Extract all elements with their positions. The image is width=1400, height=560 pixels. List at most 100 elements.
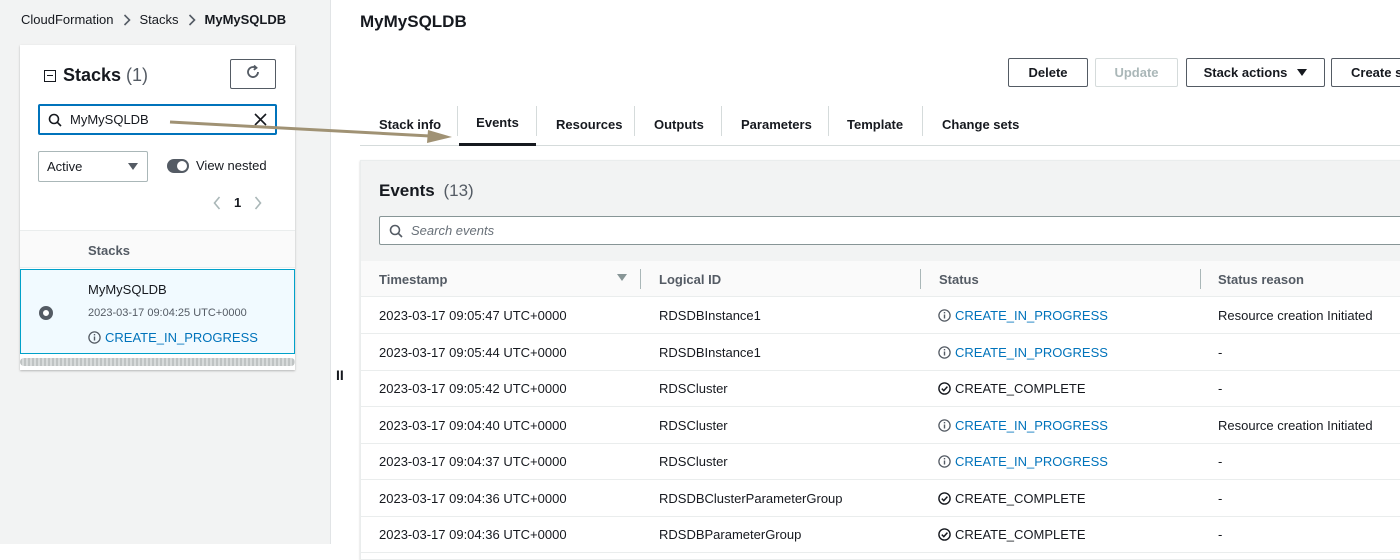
search-icon <box>389 224 403 238</box>
info-icon <box>938 309 951 322</box>
stacks-list-header: Stacks <box>20 230 295 268</box>
stack-search-input[interactable]: MyMySQLDB <box>38 104 277 135</box>
event-status-reason: - <box>1218 344 1223 360</box>
tab-template[interactable]: Template <box>847 102 903 146</box>
stack-status-text: CREATE_IN_PROGRESS <box>105 330 258 345</box>
tab-change-sets[interactable]: Change sets <box>942 102 1019 146</box>
event-status[interactable]: CREATE_IN_PROGRESS <box>938 345 1108 360</box>
tab-resources[interactable]: Resources <box>556 102 622 146</box>
event-logical-id: RDSCluster <box>659 381 728 396</box>
event-status-reason: - <box>1218 527 1223 542</box>
chevron-right-icon[interactable] <box>251 195 265 210</box>
event-logical-id: RDSDBParameterGroup <box>659 527 802 542</box>
column-timestamp[interactable]: Timestamp <box>379 272 447 287</box>
event-status-reason: - <box>1218 454 1223 469</box>
event-status-reason: Resource creation Initiated <box>1218 308 1373 323</box>
column-logical-id[interactable]: Logical ID <box>659 272 721 287</box>
check-circle-icon <box>938 491 951 505</box>
event-status-text: CREATE_COMPLETE <box>955 527 1086 542</box>
event-status[interactable]: CREATE_IN_PROGRESS <box>938 454 1108 469</box>
breadcrumb-cloudformation[interactable]: CloudFormation <box>21 12 114 27</box>
horizontal-scrollbar[interactable] <box>20 358 295 366</box>
check-circle-icon <box>938 382 951 395</box>
event-status: CREATE_COMPLETE <box>938 491 1086 506</box>
event-status[interactable]: CREATE_IN_PROGRESS <box>938 418 1108 433</box>
stack-name[interactable]: MyMySQLDB <box>88 282 167 297</box>
event-status-text: CREATE_IN_PROGRESS <box>955 308 1108 323</box>
event-status-reason: - <box>1218 490 1223 506</box>
event-timestamp: 2023-03-17 09:05:47 UTC+0000 <box>379 308 567 323</box>
stacks-title-text: Stacks <box>63 65 122 85</box>
events-search-field[interactable] <box>379 216 1400 245</box>
event-status[interactable]: CREATE_IN_PROGRESS <box>938 308 1108 323</box>
event-logical-id: RDSCluster <box>659 454 728 469</box>
table-row: 2023-03-17 09:05:42 UTC+0000 RDSCluster CR… <box>361 371 1400 407</box>
view-nested-toggle[interactable] <box>167 159 189 173</box>
events-title: Events (13) <box>379 181 474 201</box>
view-nested-label: View nested <box>196 158 267 173</box>
stack-actions-button[interactable]: Stack actions <box>1186 58 1325 87</box>
event-logical-id: RDSCluster <box>659 417 728 433</box>
caret-down-icon <box>1297 69 1308 76</box>
event-status-text: CREATE_COMPLETE <box>955 490 1086 506</box>
chevron-left-icon[interactable] <box>210 195 224 210</box>
stacks-count: (1) <box>126 65 149 85</box>
event-status-reason: Resource creation Initiated <box>1218 417 1373 433</box>
event-status-text: CREATE_IN_PROGRESS <box>955 454 1108 469</box>
table-row: 2023-03-17 09:05:44 UTC+0000 RDSDBInstanc… <box>361 335 1400 371</box>
event-status-text: CREATE_IN_PROGRESS <box>955 344 1108 360</box>
caret-down-icon <box>128 163 138 170</box>
event-status-text: CREATE_COMPLETE <box>955 381 1086 396</box>
refresh-button[interactable] <box>230 59 276 89</box>
stack-status-filter-select[interactable]: Active <box>38 151 148 182</box>
close-icon[interactable] <box>254 113 267 126</box>
breadcrumb: CloudFormation Stacks MyMySQLDB <box>21 12 286 27</box>
current-page[interactable]: 1 <box>234 195 241 210</box>
events-header: Events (13) <box>361 161 1400 261</box>
breadcrumb-current: MyMySQLDB <box>204 12 287 27</box>
table-row: 2023-03-17 09:05:47 UTC+0000 RDSDBInstanc… <box>361 298 1400 334</box>
tab-parameters[interactable]: Parameters <box>741 102 812 146</box>
stack-created-time: 2023-03-17 09:04:25 UTC+0000 <box>88 307 247 319</box>
events-count: (13) <box>443 181 474 200</box>
stack-search-value: MyMySQLDB <box>70 112 149 127</box>
stack-actions-label: Stack actions <box>1203 65 1288 80</box>
stacks-column-header: Stacks <box>88 243 130 258</box>
chevron-right-icon <box>123 13 131 26</box>
page-title: MyMySQLDB <box>360 12 467 31</box>
column-status-reason[interactable]: Status reason <box>1218 272 1304 287</box>
status-filter-value: Active <box>47 159 83 174</box>
info-icon <box>938 345 951 359</box>
update-button[interactable]: Update <box>1095 58 1178 87</box>
event-logical-id: RDSDBInstance1 <box>659 344 761 360</box>
stack-list-item[interactable]: MyMySQLDB 2023-03-17 09:04:25 UTC+0000 C… <box>20 269 295 354</box>
sort-descending-icon[interactable] <box>617 274 627 281</box>
column-status[interactable]: Status <box>939 272 979 287</box>
stack-select-radio[interactable] <box>39 306 53 320</box>
search-icon <box>48 113 62 127</box>
breadcrumb-stacks[interactable]: Stacks <box>140 12 179 27</box>
event-status-reason: - <box>1218 381 1223 396</box>
event-logical-id: RDSDBClusterParameterGroup <box>659 490 843 506</box>
chevron-right-icon <box>188 13 196 26</box>
event-logical-id: RDSDBInstance1 <box>659 308 761 323</box>
tab-outputs[interactable]: Outputs <box>654 102 704 146</box>
delete-button[interactable]: Delete <box>1008 58 1088 87</box>
event-status: CREATE_COMPLETE <box>938 381 1086 396</box>
stacks-title: Stacks (1) <box>44 65 148 86</box>
pagination: 1 <box>210 195 265 210</box>
event-timestamp: 2023-03-17 09:05:44 UTC+0000 <box>379 344 567 360</box>
refresh-icon <box>245 64 261 85</box>
collapse-panel-icon[interactable] <box>44 69 56 82</box>
tab-events[interactable]: Events <box>459 102 536 146</box>
event-timestamp: 2023-03-17 09:04:37 UTC+0000 <box>379 454 567 469</box>
events-panel: Events (13) Timestamp Logical ID Status … <box>360 160 1400 560</box>
tab-stack-info[interactable]: Stack info <box>379 102 441 146</box>
info-icon <box>88 331 101 344</box>
table-row: 2023-03-17 09:04:37 UTC+0000 RDSCluster CR… <box>361 444 1400 480</box>
event-timestamp: 2023-03-17 09:05:42 UTC+0000 <box>379 381 567 396</box>
event-status: CREATE_COMPLETE <box>938 527 1086 542</box>
panel-resize-handle[interactable]: II <box>336 367 344 383</box>
events-search-input[interactable] <box>411 223 1011 238</box>
create-stack-button[interactable]: Create stack <box>1331 58 1400 87</box>
